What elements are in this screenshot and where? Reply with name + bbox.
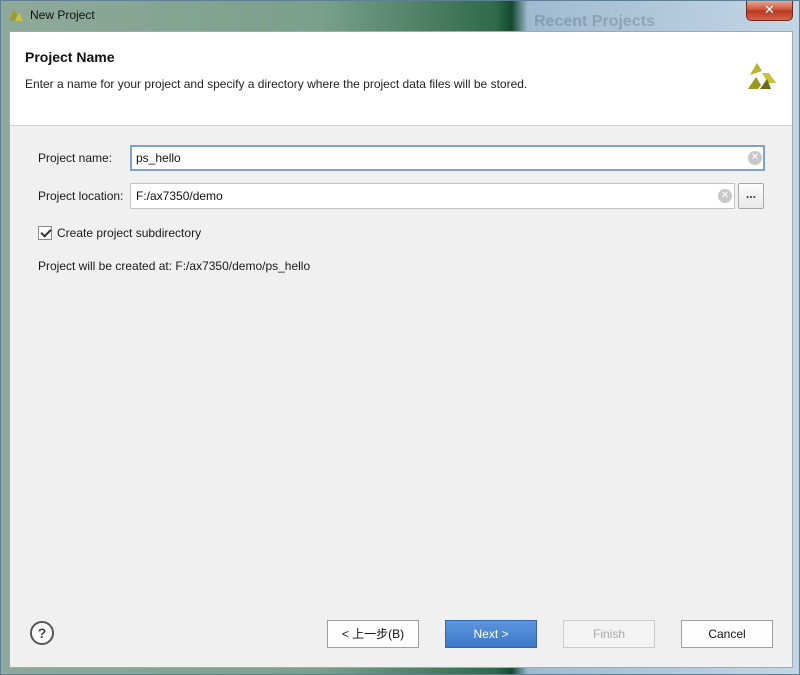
finish-button: Finish [563, 620, 655, 648]
back-button[interactable]: < 上一步(B) [327, 620, 419, 648]
clear-project-location-icon[interactable]: ✕ [718, 189, 732, 203]
wizard-client-area: Project Name Enter a name for your proje… [9, 31, 793, 668]
window-close-button[interactable]: ✕ [746, 1, 793, 21]
project-location-input[interactable] [130, 183, 735, 209]
project-name-input[interactable] [130, 145, 765, 171]
browse-location-button[interactable]: ... [738, 183, 764, 209]
background-recent-projects-text: Recent Projects [534, 13, 655, 30]
create-subdirectory-label[interactable]: Create project subdirectory [57, 226, 201, 240]
page-title: Project Name [25, 49, 115, 65]
project-created-at-text: Project will be created at: F:/ax7350/de… [38, 259, 311, 273]
cancel-button[interactable]: Cancel [681, 620, 773, 648]
project-name-label: Project name: [38, 151, 113, 165]
vivado-logo-icon [748, 63, 776, 89]
wizard-header: Project Name Enter a name for your proje… [10, 32, 792, 126]
title-bar[interactable]: New Project Recent Projects ✕ [1, 1, 799, 30]
next-button[interactable]: Next > [445, 620, 537, 648]
page-description: Enter a name for your project and specif… [25, 77, 528, 91]
new-project-window: New Project Recent Projects ✕ Project Na… [0, 0, 800, 675]
create-subdirectory-checkbox[interactable] [38, 226, 52, 240]
help-button[interactable]: ? [30, 621, 54, 645]
clear-project-name-icon[interactable]: ✕ [748, 151, 762, 165]
window-title: New Project [30, 8, 95, 22]
project-location-label: Project location: [38, 189, 124, 203]
vivado-logo-icon [9, 9, 23, 21]
